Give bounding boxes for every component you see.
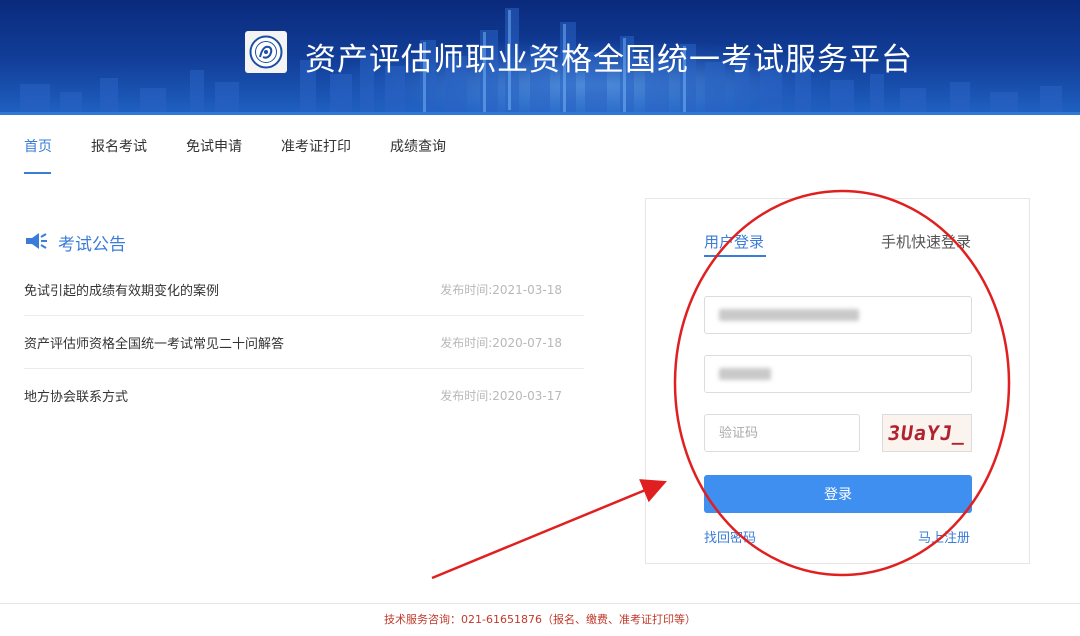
annotation-arrow bbox=[431, 479, 667, 580]
announcement-item[interactable]: 地方协会联系方式 发布时间:2020-03-17 bbox=[24, 369, 584, 422]
captcha-input[interactable] bbox=[704, 414, 860, 452]
header-banner: 资产评估师职业资格全国统一考试服务平台 bbox=[0, 0, 1080, 112]
main-nav: 首页 报名考试 免试申请 准考证打印 成绩查询 bbox=[24, 136, 485, 176]
tab-user-login[interactable]: 用户登录 bbox=[704, 231, 767, 257]
username-blurred-value bbox=[719, 309, 859, 321]
login-button[interactable]: 登录 bbox=[704, 475, 972, 513]
announcement-list: 免试引起的成绩有效期变化的案例 发布时间:2021-03-18 资产评估师资格全… bbox=[24, 263, 584, 422]
nav-item-exam-registration[interactable]: 报名考试 bbox=[91, 136, 147, 176]
footer-contact: 技术服务咨询：021-61651876（报名、缴费、准考证打印等） bbox=[384, 613, 696, 626]
announcement-item[interactable]: 免试引起的成绩有效期变化的案例 发布时间:2021-03-18 bbox=[24, 263, 584, 316]
association-seal-icon bbox=[245, 31, 287, 73]
announcement-date: 发布时间:2021-03-18 bbox=[440, 282, 562, 297]
footer-divider bbox=[0, 603, 1080, 604]
site-title: 资产评估师职业资格全国统一考试服务平台 bbox=[305, 42, 913, 78]
forgot-password-link[interactable]: 找回密码 bbox=[704, 527, 756, 546]
nav-item-admission-ticket-print[interactable]: 准考证打印 bbox=[281, 136, 351, 176]
username-input[interactable] bbox=[704, 296, 972, 334]
tab-phone-quick-login[interactable]: 手机快速登录 bbox=[881, 231, 971, 252]
megaphone-icon bbox=[24, 231, 48, 255]
announcement-text[interactable]: 地方协会联系方式 bbox=[24, 386, 128, 405]
nav-item-score-inquiry[interactable]: 成绩查询 bbox=[390, 136, 446, 176]
login-panel: 用户登录 手机快速登录 3UaYJ_ 登录 找回密码 马上注册 bbox=[645, 198, 1030, 564]
captcha-text: 3UaYJ_ bbox=[886, 421, 968, 445]
password-input[interactable] bbox=[704, 355, 972, 393]
register-link[interactable]: 马上注册 bbox=[918, 527, 970, 546]
password-blurred-value bbox=[719, 368, 771, 380]
banner-divider bbox=[0, 112, 1080, 115]
announcement-header: 考试公告 bbox=[24, 230, 126, 255]
announcement-date: 发布时间:2020-03-17 bbox=[440, 389, 562, 403]
announcement-item[interactable]: 资产评估师资格全国统一考试常见二十问解答 发布时间:2020-07-18 bbox=[24, 316, 584, 369]
announcement-title: 考试公告 bbox=[58, 235, 126, 255]
captcha-image[interactable]: 3UaYJ_ bbox=[882, 414, 972, 452]
nav-item-home[interactable]: 首页 bbox=[24, 136, 52, 176]
nav-item-exemption-application[interactable]: 免试申请 bbox=[186, 136, 242, 176]
announcement-text[interactable]: 免试引起的成绩有效期变化的案例 bbox=[24, 280, 219, 299]
announcement-text[interactable]: 资产评估师资格全国统一考试常见二十问解答 bbox=[24, 333, 284, 352]
announcement-date: 发布时间:2020-07-18 bbox=[440, 335, 562, 350]
